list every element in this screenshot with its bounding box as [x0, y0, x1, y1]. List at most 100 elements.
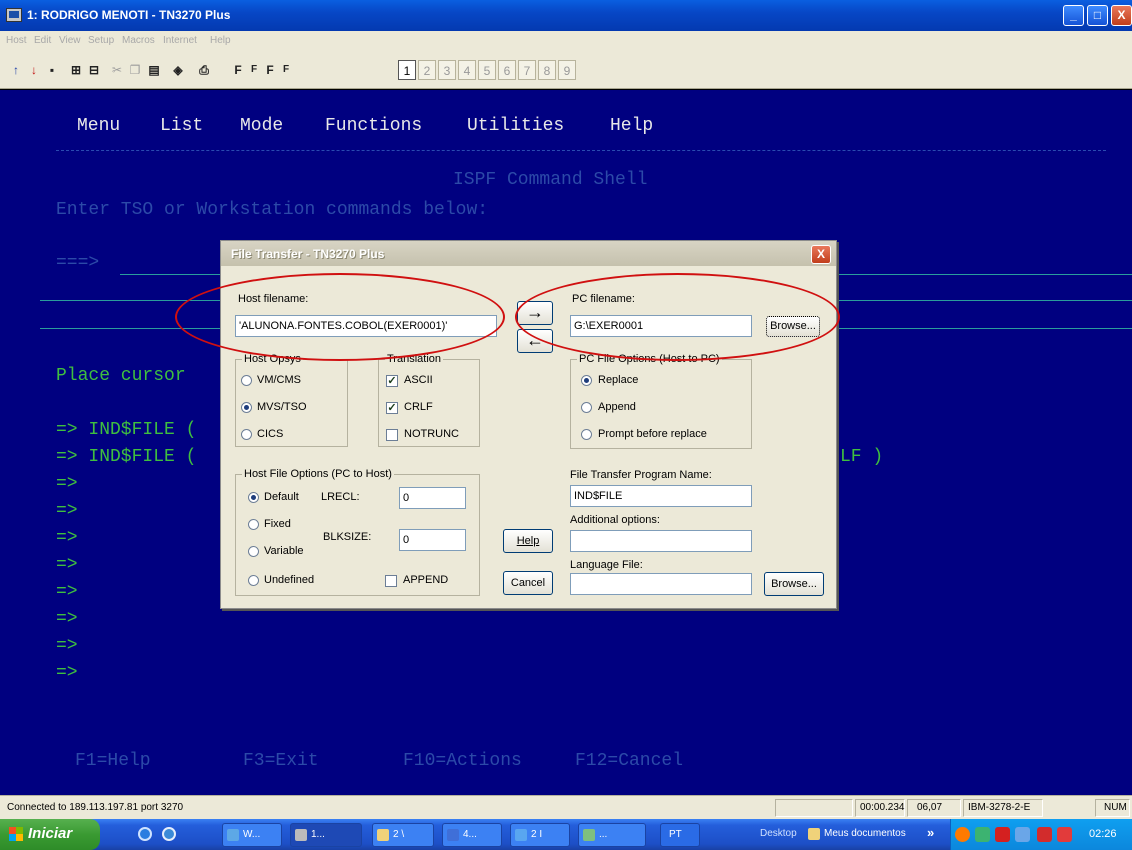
tray-alert-icon[interactable]	[1037, 827, 1052, 842]
taskbar-item-word[interactable]: 4...	[442, 823, 502, 847]
history-prompt-9[interactable]: =>	[56, 636, 78, 656]
term-menu-help[interactable]: Help	[610, 116, 653, 136]
upload-arrow-icon[interactable]: ↑	[8, 60, 24, 80]
print-icon[interactable]: ⎙	[196, 60, 212, 80]
menu-host[interactable]: Host	[6, 35, 27, 46]
history-prompt-3[interactable]: =>	[56, 474, 78, 494]
tray-update-icon[interactable]	[1057, 827, 1072, 842]
session-tab-5[interactable]: 5	[478, 60, 496, 80]
taskbar-item-app[interactable]: ...	[578, 823, 646, 847]
save-icon[interactable]: ▪	[44, 60, 60, 80]
menu-macros[interactable]: Macros	[122, 35, 155, 46]
fkey-cancel[interactable]: F12=Cancel	[575, 751, 683, 771]
dialog-titlebar[interactable]: File Transfer - TN3270 Plus X	[221, 241, 836, 266]
fkey-exit[interactable]: F3=Exit	[243, 751, 319, 771]
menu-setup[interactable]: Setup	[88, 35, 114, 46]
radio-mvs-tso[interactable]	[241, 402, 252, 413]
history-prompt-5[interactable]: =>	[56, 528, 78, 548]
checkbox-crlf[interactable]: ✓	[386, 402, 398, 414]
menu-view[interactable]: View	[59, 35, 81, 46]
term-menu-menu[interactable]: Menu	[77, 116, 120, 136]
session-tab-8[interactable]: 8	[538, 60, 556, 80]
tray-network-icon[interactable]	[975, 827, 990, 842]
term-menu-mode[interactable]: Mode	[240, 116, 283, 136]
quicklaunch-network-icon[interactable]	[138, 827, 152, 841]
session-tab-4[interactable]: 4	[458, 60, 476, 80]
my-documents-link[interactable]: Meus documentos	[824, 828, 906, 839]
radio-append[interactable]	[581, 402, 592, 413]
radio-cics[interactable]	[241, 429, 252, 440]
radio-variable[interactable]	[248, 546, 259, 557]
history-command-1[interactable]: => IND$FILE (	[56, 420, 196, 440]
term-menu-utilities[interactable]: Utilities	[467, 116, 564, 136]
copy-screen-icon[interactable]: ⊞	[68, 60, 84, 80]
blksize-field[interactable]: 0	[399, 529, 466, 551]
cancel-button[interactable]: Cancel	[503, 571, 553, 595]
receive-from-host-button[interactable]: ←	[517, 329, 553, 353]
tray-antivirus-icon[interactable]	[955, 827, 970, 842]
language-file-field[interactable]	[570, 573, 752, 595]
app-terminal-icon[interactable]	[6, 8, 22, 22]
session-tab-7[interactable]: 7	[518, 60, 536, 80]
additional-options-field[interactable]	[570, 530, 752, 552]
quicklaunch-browser-icon[interactable]	[162, 827, 176, 841]
session-tab-1[interactable]: 1	[398, 60, 416, 80]
tray-chevron-icon[interactable]: »	[927, 825, 934, 840]
font-button-medium[interactable]: F	[248, 60, 260, 80]
taskbar-item-ie[interactable]: 2 I	[510, 823, 570, 847]
language-browse-button[interactable]: Browse...	[764, 572, 824, 596]
program-name-field[interactable]: IND$FILE	[570, 485, 752, 507]
font-button-smallest[interactable]: F	[280, 60, 292, 80]
radio-replace[interactable]	[581, 375, 592, 386]
language-indicator[interactable]: PT	[660, 823, 700, 847]
history-prompt-10[interactable]: =>	[56, 663, 78, 683]
paste-doc-icon[interactable]: ▤	[146, 60, 162, 80]
send-to-host-button[interactable]: →	[517, 301, 553, 325]
checkbox-ascii[interactable]: ✓	[386, 375, 398, 387]
tray-security-icon[interactable]	[995, 827, 1010, 842]
font-button-large[interactable]: F	[232, 60, 244, 80]
fullscreen-icon[interactable]: ◈	[170, 60, 186, 80]
start-button[interactable]: Iniciar	[0, 819, 100, 850]
session-tab-6[interactable]: 6	[498, 60, 516, 80]
pc-browse-button[interactable]: Browse...	[766, 316, 820, 337]
checkbox-append[interactable]	[385, 575, 397, 587]
help-button[interactable]: Help	[503, 529, 553, 553]
history-command-2[interactable]: => IND$FILE (	[56, 447, 196, 467]
history-prompt-4[interactable]: =>	[56, 501, 78, 521]
font-button-small[interactable]: F	[264, 60, 276, 80]
term-menu-functions[interactable]: Functions	[325, 116, 422, 136]
desktop-toolbar-label[interactable]: Desktop	[760, 828, 797, 839]
checkbox-notrunc[interactable]	[386, 429, 398, 441]
download-arrow-icon[interactable]: ↓	[26, 60, 42, 80]
menu-help[interactable]: Help	[210, 35, 231, 46]
term-menu-list[interactable]: List	[160, 116, 203, 136]
cut-icon[interactable]: ✂	[110, 60, 124, 80]
taskbar-item-tn3270[interactable]: 1...	[290, 823, 362, 847]
pc-filename-field[interactable]: G:\EXER0001	[570, 315, 752, 337]
fkey-actions[interactable]: F10=Actions	[403, 751, 522, 771]
history-prompt-7[interactable]: =>	[56, 582, 78, 602]
history-prompt-6[interactable]: =>	[56, 555, 78, 575]
tray-connection-icon[interactable]	[1015, 827, 1030, 842]
menu-internet[interactable]: Internet	[163, 35, 197, 46]
maximize-button[interactable]: □	[1087, 5, 1108, 26]
taskbar-item-messenger[interactable]: W...	[222, 823, 282, 847]
fkey-help[interactable]: F1=Help	[75, 751, 151, 771]
close-window-button[interactable]: X	[1111, 5, 1132, 26]
radio-fixed[interactable]	[248, 519, 259, 530]
menu-edit[interactable]: Edit	[34, 35, 51, 46]
radio-vm-cms[interactable]	[241, 375, 252, 386]
session-tab-9[interactable]: 9	[558, 60, 576, 80]
radio-default[interactable]	[248, 492, 259, 503]
copy-icon[interactable]: ❐	[128, 60, 142, 80]
history-prompt-8[interactable]: =>	[56, 609, 78, 629]
session-tab-2[interactable]: 2	[418, 60, 436, 80]
radio-prompt-replace[interactable]	[581, 429, 592, 440]
paste-icon[interactable]: ⊟	[86, 60, 102, 80]
minimize-button[interactable]: _	[1063, 5, 1084, 26]
radio-undefined[interactable]	[248, 575, 259, 586]
taskbar-item-folders[interactable]: 2 \	[372, 823, 434, 847]
dialog-close-button[interactable]: X	[811, 245, 831, 264]
lrecl-field[interactable]: 0	[399, 487, 466, 509]
